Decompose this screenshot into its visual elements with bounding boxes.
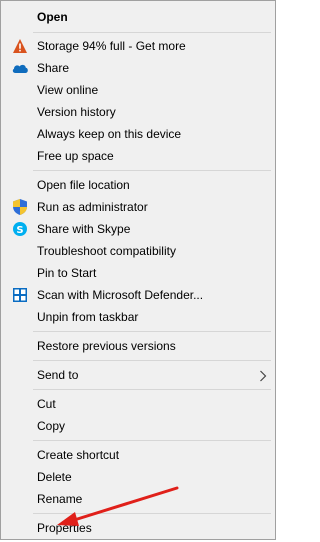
- skype-icon: S: [11, 220, 29, 238]
- menu-item-always-keep[interactable]: Always keep on this device: [3, 123, 273, 145]
- context-menu: Open Storage 94% full - Get more Share V…: [0, 0, 276, 540]
- menu-item-send-to[interactable]: Send to: [3, 364, 273, 386]
- menu-item-label: Troubleshoot compatibility: [37, 244, 176, 258]
- menu-item-free-up-space[interactable]: Free up space: [3, 145, 273, 167]
- menu-item-troubleshoot[interactable]: Troubleshoot compatibility: [3, 240, 273, 262]
- chevron-right-icon: [259, 369, 267, 382]
- menu-item-restore-versions[interactable]: Restore previous versions: [3, 335, 273, 357]
- menu-item-label: Send to: [37, 368, 79, 382]
- menu-item-label: Restore previous versions: [37, 339, 176, 353]
- uac-shield-icon: [11, 198, 29, 216]
- menu-item-label: Free up space: [37, 149, 114, 163]
- menu-item-label: Pin to Start: [37, 266, 97, 280]
- menu-item-scan-defender[interactable]: Scan with Microsoft Defender...: [3, 284, 273, 306]
- menu-item-label: Always keep on this device: [37, 127, 182, 141]
- svg-text:S: S: [16, 225, 23, 236]
- defender-icon: [11, 286, 29, 304]
- menu-item-label: Rename: [37, 492, 83, 506]
- menu-separator: [33, 513, 271, 514]
- menu-item-label: Version history: [37, 105, 116, 119]
- menu-item-run-as-admin[interactable]: Run as administrator: [3, 196, 273, 218]
- menu-item-version-history[interactable]: Version history: [3, 101, 273, 123]
- menu-item-unpin-taskbar[interactable]: Unpin from taskbar: [3, 306, 273, 328]
- menu-item-label: Unpin from taskbar: [37, 310, 139, 324]
- menu-separator: [33, 440, 271, 441]
- menu-separator: [33, 389, 271, 390]
- menu-item-label: Scan with Microsoft Defender...: [37, 288, 204, 302]
- menu-item-label: Cut: [37, 397, 56, 411]
- menu-separator: [33, 170, 271, 171]
- menu-item-label: Delete: [37, 470, 72, 484]
- warning-triangle-icon: [11, 37, 29, 55]
- menu-item-create-shortcut[interactable]: Create shortcut: [3, 444, 273, 466]
- menu-item-label: Storage 94% full - Get more: [37, 39, 186, 53]
- onedrive-cloud-icon: [11, 59, 29, 77]
- menu-separator: [33, 32, 271, 33]
- menu-item-view-online[interactable]: View online: [3, 79, 273, 101]
- menu-separator: [33, 331, 271, 332]
- menu-separator: [33, 360, 271, 361]
- menu-item-pin-to-start[interactable]: Pin to Start: [3, 262, 273, 284]
- menu-item-label: Share: [37, 61, 70, 75]
- menu-item-label: Create shortcut: [37, 448, 120, 462]
- menu-item-share-with-skype[interactable]: S Share with Skype: [3, 218, 273, 240]
- menu-item-open[interactable]: Open: [3, 6, 273, 28]
- menu-item-copy[interactable]: Copy: [3, 415, 273, 437]
- menu-item-label: Properties: [37, 521, 92, 535]
- menu-item-label: Open file location: [37, 178, 130, 192]
- menu-item-rename[interactable]: Rename: [3, 488, 273, 510]
- menu-item-open-file-location[interactable]: Open file location: [3, 174, 273, 196]
- menu-item-label: View online: [37, 83, 99, 97]
- menu-item-properties[interactable]: Properties: [3, 517, 273, 539]
- menu-item-label: Share with Skype: [37, 222, 131, 236]
- menu-item-label: Run as administrator: [37, 200, 148, 214]
- menu-item-label: Copy: [37, 419, 66, 433]
- menu-item-share[interactable]: Share: [3, 57, 273, 79]
- menu-item-cut[interactable]: Cut: [3, 393, 273, 415]
- menu-item-label: Open: [37, 10, 68, 24]
- menu-item-storage[interactable]: Storage 94% full - Get more: [3, 35, 273, 57]
- menu-item-delete[interactable]: Delete: [3, 466, 273, 488]
